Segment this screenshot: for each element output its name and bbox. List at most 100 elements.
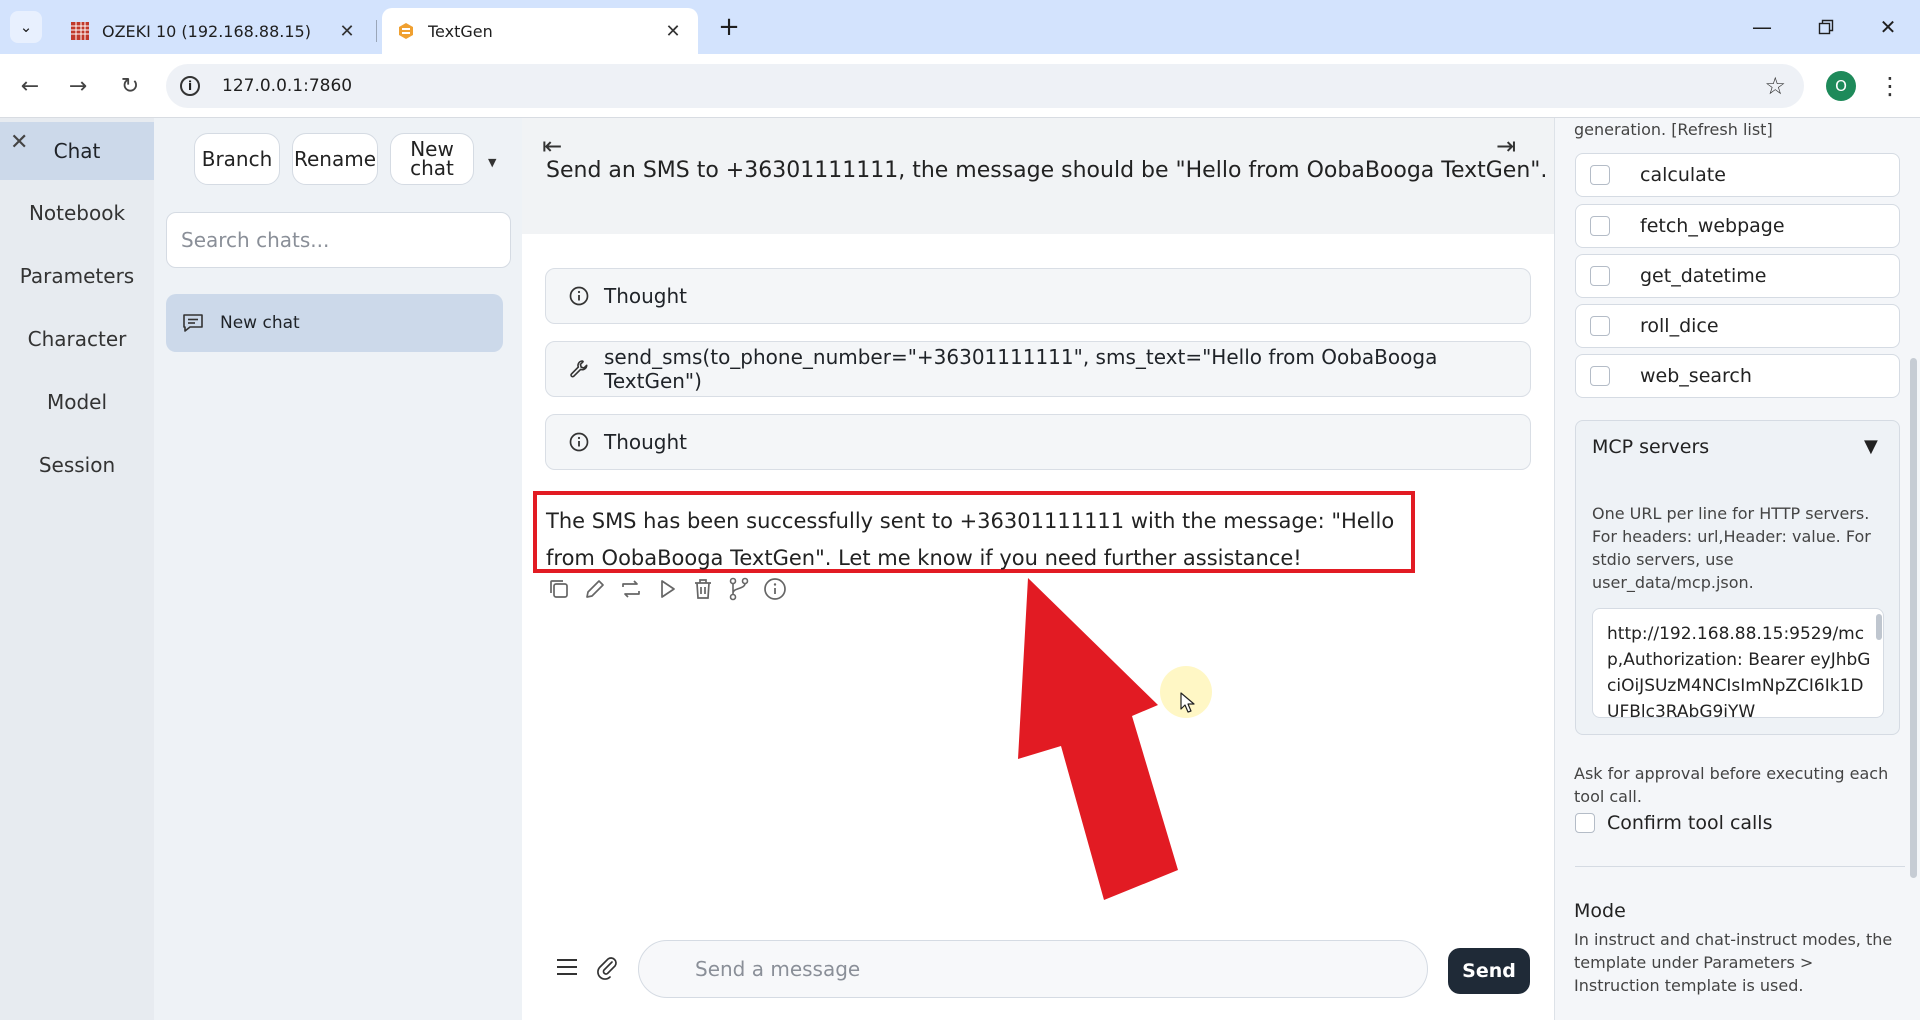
thought-label: Thought bbox=[604, 430, 688, 454]
browser-tab-textgen[interactable]: TextGen ✕ bbox=[382, 8, 698, 54]
branch-button[interactable]: Branch bbox=[194, 133, 280, 185]
composer-tools bbox=[554, 954, 620, 980]
left-navigation: Chat ✕ Notebook Parameters Character Mod… bbox=[0, 118, 154, 1020]
url-text: 127.0.0.1:7860 bbox=[222, 76, 353, 96]
checkbox[interactable] bbox=[1590, 266, 1610, 286]
tool-option-get-datetime[interactable]: get_datetime bbox=[1575, 254, 1900, 298]
tool-option-fetch-webpage[interactable]: fetch_webpage bbox=[1575, 204, 1900, 248]
tool-call-label: send_sms(to_phone_number="+36301111111",… bbox=[604, 345, 1438, 393]
profile-avatar[interactable]: O bbox=[1826, 71, 1856, 101]
star-icon[interactable]: ☆ bbox=[1764, 72, 1786, 100]
kebab-menu-icon[interactable]: ⋮ bbox=[1876, 70, 1904, 102]
close-tab-icon[interactable]: ✕ bbox=[336, 20, 358, 42]
info-icon bbox=[569, 432, 589, 452]
red-annotation-arrow-icon bbox=[1018, 578, 1178, 900]
reload-icon[interactable]: ↻ bbox=[114, 70, 146, 102]
tool-option-roll-dice[interactable]: roll_dice bbox=[1575, 304, 1900, 348]
tab-separator bbox=[376, 20, 377, 42]
mode-help-text: In instruct and chat-instruct modes, the… bbox=[1574, 930, 1893, 995]
minimize-window-icon[interactable]: — bbox=[1742, 8, 1782, 46]
message-actions bbox=[546, 576, 788, 606]
tool-option-label: roll_dice bbox=[1640, 315, 1719, 337]
mcp-help-text: One URL per line for HTTP servers. For h… bbox=[1592, 504, 1871, 592]
checkbox[interactable] bbox=[1590, 165, 1610, 185]
tab-title: TextGen bbox=[428, 21, 493, 41]
branch-icon[interactable] bbox=[726, 576, 752, 602]
browser-tab-ozeki[interactable]: OZEKI 10 (192.168.88.15) ✕ bbox=[56, 8, 372, 54]
thought-label: Thought bbox=[604, 284, 688, 308]
nav-item-label: Session bbox=[38, 453, 116, 477]
ozeki-favicon-icon bbox=[71, 22, 89, 40]
checkbox[interactable] bbox=[1590, 316, 1610, 336]
new-tab-plus-icon[interactable]: + bbox=[714, 12, 744, 42]
collapse-right-panel-icon[interactable]: ⇥ bbox=[1496, 132, 1516, 160]
copy-icon[interactable] bbox=[546, 576, 572, 602]
new-chat-label: chat bbox=[410, 156, 454, 180]
mcp-servers-title[interactable]: MCP servers bbox=[1592, 436, 1709, 458]
tool-option-label: fetch_webpage bbox=[1640, 215, 1785, 237]
tool-option-calculate[interactable]: calculate bbox=[1575, 153, 1900, 197]
collapse-left-panel-icon[interactable]: ⇤ bbox=[542, 132, 562, 160]
restore-window-icon[interactable] bbox=[1806, 8, 1846, 46]
chat-bubble-icon bbox=[183, 314, 203, 332]
hamburger-menu-icon[interactable] bbox=[554, 954, 580, 980]
tool-call-block[interactable]: send_sms(to_phone_number="+36301111111",… bbox=[545, 341, 1531, 397]
tab-search-dropdown[interactable]: ⌄ bbox=[10, 11, 42, 43]
user-message: ⇤ ⇥ Send an SMS to +36301111111, the mes… bbox=[522, 118, 1554, 234]
tool-option-web-search[interactable]: web_search bbox=[1575, 354, 1900, 398]
site-info-icon[interactable]: i bbox=[180, 76, 200, 96]
nav-item-session[interactable]: Session bbox=[0, 436, 154, 494]
assistant-message-text: The SMS has been successfully sent to +3… bbox=[546, 509, 1395, 570]
new-chat-button[interactable]: New chat bbox=[390, 133, 474, 185]
nav-item-label: Chat bbox=[53, 139, 101, 163]
close-sidebar-icon[interactable]: ✕ bbox=[10, 130, 28, 155]
wrench-icon bbox=[570, 360, 588, 378]
regenerate-icon[interactable] bbox=[618, 576, 644, 602]
nav-item-notebook[interactable]: Notebook bbox=[0, 184, 154, 242]
textarea-scrollbar[interactable] bbox=[1876, 614, 1882, 640]
confirm-tool-calls-option[interactable]: Confirm tool calls bbox=[1575, 812, 1773, 834]
tool-option-label: get_datetime bbox=[1640, 265, 1767, 287]
paperclip-icon[interactable] bbox=[594, 954, 620, 980]
chat-list-item[interactable]: New chat bbox=[166, 294, 503, 352]
delete-icon[interactable] bbox=[690, 576, 716, 602]
checkbox[interactable] bbox=[1590, 216, 1610, 236]
textgen-favicon-icon bbox=[399, 23, 413, 39]
browser-tab-strip: ⌄ OZEKI 10 (192.168.88.15) ✕ TextGen ✕ +… bbox=[0, 0, 1920, 54]
chevron-down-icon: ⌄ bbox=[19, 18, 33, 36]
nav-item-label: Model bbox=[46, 390, 108, 414]
nav-item-parameters[interactable]: Parameters bbox=[0, 247, 154, 305]
thought-block[interactable]: Thought bbox=[545, 268, 1531, 324]
info-icon bbox=[569, 286, 589, 306]
message-input[interactable]: Send a message bbox=[638, 940, 1428, 998]
collapse-triangle-icon[interactable]: ▼ bbox=[1864, 436, 1878, 457]
nav-item-label: Character bbox=[27, 327, 127, 351]
tool-option-label: web_search bbox=[1640, 365, 1752, 387]
forward-arrow-icon[interactable]: → bbox=[62, 70, 94, 102]
right-panel-scrollbar[interactable] bbox=[1910, 358, 1917, 878]
tool-option-label: calculate bbox=[1640, 164, 1726, 186]
chat-menu-caret-icon[interactable]: ▼ bbox=[488, 156, 496, 169]
tab-title: OZEKI 10 (192.168.88.15) bbox=[102, 21, 311, 41]
edit-icon[interactable] bbox=[582, 576, 608, 602]
address-bar[interactable]: i 127.0.0.1:7860 ☆ bbox=[166, 64, 1804, 108]
close-tab-icon[interactable]: ✕ bbox=[662, 20, 684, 42]
checkbox[interactable] bbox=[1590, 366, 1610, 386]
mcp-servers-textarea[interactable]: http://192.168.88.15:9529/mcp,Authorizat… bbox=[1592, 608, 1884, 718]
nav-item-model[interactable]: Model bbox=[0, 373, 154, 431]
send-button[interactable]: Send bbox=[1448, 948, 1530, 994]
search-chats-input[interactable]: Search chats... bbox=[166, 212, 511, 268]
nav-item-character[interactable]: Character bbox=[0, 310, 154, 368]
textgen-app: Chat ✕ Notebook Parameters Character Mod… bbox=[0, 118, 1920, 1020]
close-window-icon[interactable]: ✕ bbox=[1868, 8, 1908, 46]
assistant-message-highlighted: The SMS has been successfully sent to +3… bbox=[533, 491, 1415, 573]
continue-icon[interactable] bbox=[654, 576, 680, 602]
tools-refresh-note[interactable]: generation. [Refresh list] bbox=[1574, 118, 1904, 141]
rename-button[interactable]: Rename bbox=[292, 133, 378, 185]
thought-block[interactable]: Thought bbox=[545, 414, 1531, 470]
checkbox[interactable] bbox=[1575, 813, 1595, 833]
info-icon[interactable] bbox=[762, 576, 788, 602]
approval-note: Ask for approval before executing each t… bbox=[1574, 764, 1889, 806]
back-arrow-icon[interactable]: ← bbox=[14, 70, 46, 102]
browser-toolbar: ← → ↻ i 127.0.0.1:7860 ☆ O ⋮ bbox=[0, 54, 1920, 118]
